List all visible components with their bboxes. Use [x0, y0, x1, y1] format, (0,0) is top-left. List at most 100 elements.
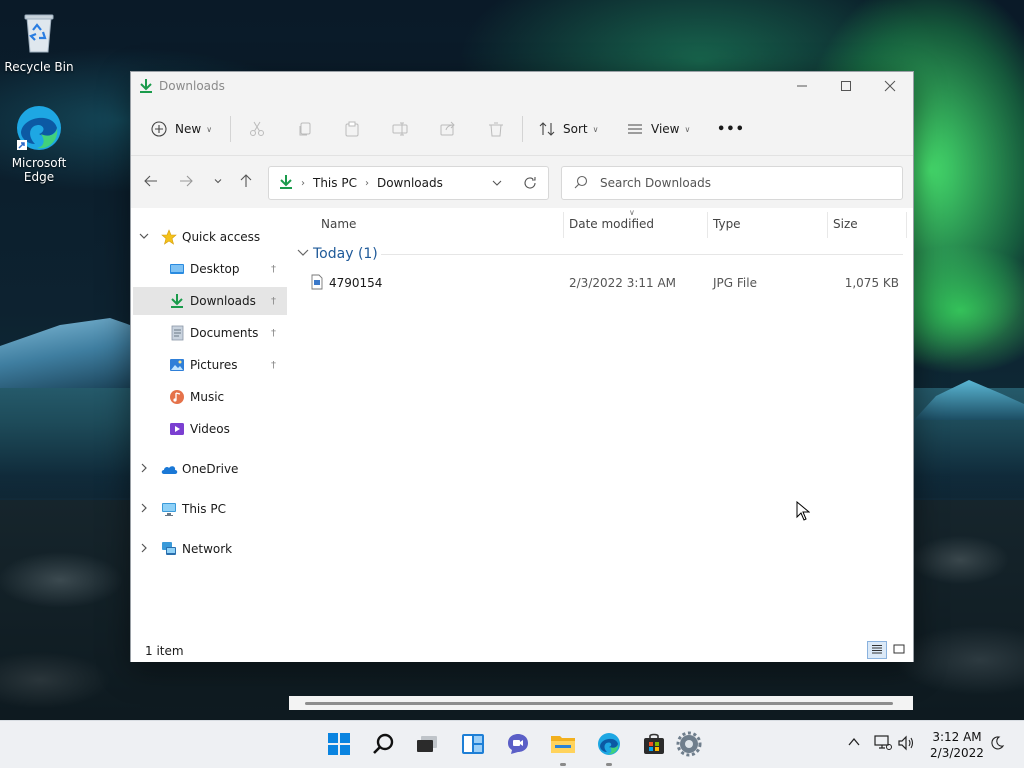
- file-name: 4790154: [329, 276, 383, 290]
- recent-locations-button[interactable]: [206, 171, 230, 193]
- chat-button[interactable]: [504, 731, 532, 759]
- breadcrumb-downloads[interactable]: Downloads: [377, 176, 443, 190]
- arrow-right-icon: [179, 174, 193, 191]
- edge-icon: [597, 732, 621, 759]
- sidebar-item-network[interactable]: Network: [131, 535, 289, 563]
- back-button[interactable]: [139, 171, 163, 193]
- copy-button[interactable]: [297, 113, 313, 145]
- details-view-button[interactable]: [867, 641, 887, 659]
- running-indicator: [560, 763, 566, 766]
- toolbar-divider: [230, 116, 231, 142]
- edge-taskbar-button[interactable]: [595, 731, 623, 759]
- column-divider[interactable]: [707, 212, 708, 238]
- column-header-date-modified[interactable]: Date modified: [569, 217, 654, 231]
- maximize-button[interactable]: [823, 72, 869, 102]
- speaker-icon: [898, 735, 916, 754]
- title-bar[interactable]: Downloads: [131, 72, 913, 102]
- show-hidden-icons-button[interactable]: [847, 735, 861, 752]
- network-icon: [161, 541, 177, 557]
- search-input[interactable]: Search Downloads: [561, 166, 903, 200]
- forward-button[interactable]: [174, 171, 198, 193]
- start-button[interactable]: [325, 731, 353, 759]
- pin-icon[interactable]: †: [271, 328, 276, 339]
- rename-button[interactable]: [392, 113, 408, 145]
- chevron-down-icon: ∨: [206, 124, 213, 134]
- store-button[interactable]: [640, 731, 668, 759]
- delete-button[interactable]: [488, 113, 504, 145]
- address-history-button[interactable]: [491, 177, 503, 192]
- file-explorer-window: Downloads New ∨ Sort ∨ View ∨ ••• › This…: [130, 71, 914, 710]
- settings-button[interactable]: [675, 731, 703, 759]
- breadcrumb-chevron-icon: ›: [364, 177, 369, 189]
- file-size: 1,075 KB: [844, 276, 899, 290]
- close-button[interactable]: [867, 72, 913, 102]
- share-button[interactable]: [440, 113, 456, 145]
- paste-button[interactable]: [344, 113, 360, 145]
- column-divider[interactable]: [827, 212, 828, 238]
- breadcrumb-this-pc[interactable]: This PC: [313, 176, 357, 190]
- scrollbar-thumb[interactable]: [305, 702, 893, 705]
- system-clock[interactable]: 3:12 AM 2/3/2022: [924, 729, 990, 761]
- group-header-today[interactable]: Today (1): [297, 246, 378, 262]
- computer-icon: [161, 501, 177, 517]
- sort-icon: [539, 121, 555, 137]
- view-button[interactable]: View ∨: [627, 113, 690, 145]
- large-icons-view-button[interactable]: [889, 641, 909, 659]
- column-header-size[interactable]: Size: [833, 217, 858, 231]
- desktop-icon-edge[interactable]: Microsoft Edge: [1, 104, 77, 184]
- new-button[interactable]: New ∨: [151, 113, 212, 145]
- address-bar[interactable]: › This PC › Downloads: [268, 166, 549, 200]
- column-divider[interactable]: [563, 212, 564, 238]
- sidebar-item-desktop[interactable]: Desktop †: [131, 255, 289, 283]
- focus-assist-button[interactable]: [989, 735, 1005, 754]
- sidebar-item-quick-access[interactable]: Quick access: [131, 223, 289, 251]
- settings-icon: [676, 731, 702, 760]
- pin-icon[interactable]: †: [271, 296, 276, 307]
- search-placeholder: Search Downloads: [600, 176, 711, 190]
- cut-icon: [249, 121, 265, 137]
- sidebar-label: Documents: [190, 326, 259, 340]
- minimize-button[interactable]: [779, 72, 825, 102]
- column-header-name[interactable]: Name: [321, 217, 356, 231]
- store-icon: [642, 732, 666, 759]
- item-count: 1 item: [145, 644, 184, 658]
- chevron-up-icon: [847, 737, 861, 752]
- widgets-button[interactable]: [459, 731, 487, 759]
- sidebar-item-downloads[interactable]: Downloads †: [133, 287, 287, 315]
- address-row: › This PC › Downloads Search Downloads: [131, 156, 913, 208]
- network-status-button[interactable]: [874, 735, 892, 754]
- onedrive-icon: [160, 461, 178, 477]
- file-explorer-button[interactable]: [549, 731, 577, 759]
- desktop-icon-recycle-bin[interactable]: Recycle Bin: [1, 8, 77, 74]
- chat-icon: [506, 732, 530, 759]
- more-options-button[interactable]: •••: [717, 113, 745, 145]
- chevron-down-icon: [139, 231, 149, 244]
- table-row[interactable]: 4790154 2/3/2022 3:11 AM JPG File 1,075 …: [289, 270, 913, 298]
- sidebar-item-pictures[interactable]: Pictures †: [131, 351, 289, 379]
- pin-icon[interactable]: †: [271, 264, 276, 275]
- up-button[interactable]: [234, 171, 258, 193]
- more-options-icon: •••: [717, 121, 745, 137]
- new-label: New: [175, 122, 202, 136]
- task-view-button[interactable]: [413, 731, 441, 759]
- column-divider[interactable]: [906, 212, 907, 238]
- toolbar-divider: [522, 116, 523, 142]
- sidebar-label: OneDrive: [182, 462, 239, 476]
- sort-button[interactable]: Sort ∨: [539, 113, 598, 145]
- desktop-folder-icon: [169, 261, 185, 277]
- sidebar-item-music[interactable]: Music: [131, 383, 289, 411]
- sidebar-item-this-pc[interactable]: This PC: [131, 495, 289, 523]
- sidebar-item-videos[interactable]: Videos: [131, 415, 289, 443]
- cut-button[interactable]: [249, 113, 265, 145]
- taskbar-search-button[interactable]: [370, 731, 398, 759]
- column-header-type[interactable]: Type: [713, 217, 741, 231]
- chevron-down-icon: [297, 246, 309, 262]
- pin-icon[interactable]: †: [271, 360, 276, 371]
- edge-label-line2: Edge: [23, 170, 55, 184]
- music-folder-icon: [169, 389, 185, 405]
- refresh-button[interactable]: [523, 176, 537, 193]
- sidebar-item-documents[interactable]: Documents †: [131, 319, 289, 347]
- volume-button[interactable]: [898, 735, 916, 754]
- refresh-icon: [524, 177, 536, 189]
- sidebar-item-onedrive[interactable]: OneDrive: [131, 455, 289, 483]
